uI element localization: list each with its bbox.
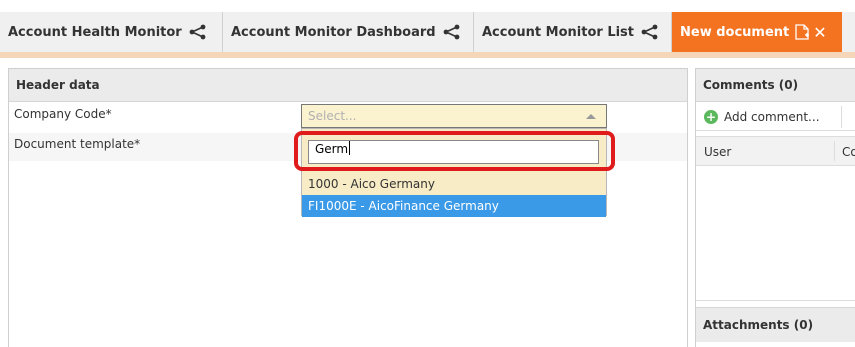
column-divider [834,141,835,161]
comments-panel: Comments (0) + Add comment... User Co At… [695,68,855,347]
add-icon: + [704,109,718,124]
company-code-select[interactable]: Select... [301,104,607,128]
document-template-label: Document template* [14,137,141,151]
comments-title: Comments (0) [696,69,855,102]
option-label: FI1000E - AicoFinance Germany [308,199,499,213]
tab-label: Account Health Monitor [8,24,182,40]
dropdown-option[interactable]: 1000 - Aico Germany [302,173,606,195]
share-icon[interactable] [640,24,660,40]
add-comment-label: Add comment... [724,109,820,124]
tab-account-health-monitor[interactable]: Account Health Monitor [0,12,223,52]
add-comment-button[interactable]: + Add comment... [696,103,855,131]
tab-label: New document [680,24,790,40]
column-header-comment[interactable]: Co [842,145,855,159]
comments-list [696,166,855,301]
new-document-icon [795,24,810,40]
tab-bar-top-gap [0,0,855,12]
tab-new-document[interactable]: New document ✕ [672,12,842,52]
share-icon[interactable] [442,24,462,40]
tab-label: Account Monitor Dashboard [231,24,436,40]
search-highlight-annotation [294,131,615,171]
company-code-label: Company Code* [14,107,112,121]
option-label: 1000 - Aico Germany [308,177,435,191]
comments-table-header: User Co [696,136,855,166]
tab-bar: Account Health Monitor Account Monitor D… [0,0,855,58]
tab-spacer [0,58,855,68]
tab-account-monitor-dashboard[interactable]: Account Monitor Dashboard [223,12,474,52]
dropdown-option-selected[interactable]: FI1000E - AicoFinance Germany [302,195,606,217]
select-placeholder: Select... [308,109,357,123]
toolbar-divider [841,106,842,128]
tab-label: Account Monitor List [482,24,635,40]
header-data-title: Header data [9,69,687,102]
chevron-up-icon [586,114,596,119]
share-icon[interactable] [188,24,208,40]
column-header-user[interactable]: User [704,145,731,159]
tab-account-monitor-list[interactable]: Account Monitor List [474,12,672,52]
attachments-title[interactable]: Attachments (0) [696,307,855,342]
close-icon[interactable]: ✕ [813,23,826,42]
